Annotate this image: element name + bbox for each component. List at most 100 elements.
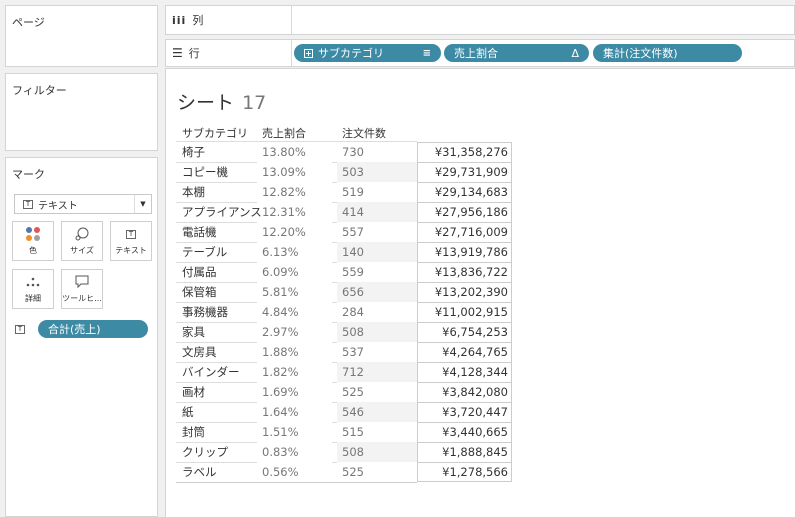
table-row: テーブル 6.13% 140 ¥13,919,786 bbox=[176, 242, 512, 263]
header-subcategory: サブカテゴリ bbox=[182, 127, 248, 140]
table-row: 紙 1.64% 546 ¥3,720,447 bbox=[176, 402, 512, 423]
table-row: 家具 2.97% 508 ¥6,754,253 bbox=[176, 322, 512, 343]
order-count-cell: 559 bbox=[342, 265, 364, 279]
tooltip-button[interactable]: ツールヒ... bbox=[61, 269, 103, 309]
subcategory-cell: テーブル bbox=[182, 245, 228, 259]
rows-icon: ☰ bbox=[172, 46, 183, 60]
sheet-title: シート 17 bbox=[177, 88, 266, 115]
table-row: 本棚 12.82% 519 ¥29,134,683 bbox=[176, 182, 512, 203]
table-row: 封筒 1.51% 515 ¥3,440,665 bbox=[176, 422, 512, 443]
table-row: 保管箱 5.81% 656 ¥13,202,390 bbox=[176, 282, 512, 303]
sales-ratio-cell: 1.64% bbox=[262, 405, 299, 419]
order-count-cell: 546 bbox=[342, 405, 364, 419]
order-count-cell: 503 bbox=[342, 165, 364, 179]
sales-ratio-cell: 0.83% bbox=[262, 445, 299, 459]
sales-cell: ¥29,134,683 bbox=[434, 185, 508, 199]
tooltip-icon bbox=[75, 275, 89, 289]
filters-panel[interactable]: フィルター bbox=[5, 73, 158, 151]
subcategory-cell: 椅子 bbox=[182, 145, 205, 159]
sales-ratio-cell: 1.51% bbox=[262, 425, 299, 439]
sales-cell: ¥13,202,390 bbox=[434, 285, 508, 299]
sales-ratio-cell: 5.81% bbox=[262, 285, 299, 299]
table-row: 付属品 6.09% 559 ¥13,836,722 bbox=[176, 262, 512, 283]
size-button[interactable]: サイズ bbox=[61, 221, 103, 261]
sales-cell: ¥27,716,009 bbox=[434, 225, 508, 239]
rows-shelf-header: ☰ 行 bbox=[172, 40, 200, 66]
subcategory-cell: アプライアンス bbox=[182, 205, 262, 219]
detail-button[interactable]: 詳細 bbox=[12, 269, 54, 309]
sales-cell: ¥6,754,253 bbox=[442, 325, 508, 339]
table-row: 電話機 12.20% 557 ¥27,716,009 bbox=[176, 222, 512, 243]
color-dots-icon bbox=[26, 227, 40, 241]
order-count-cell: 508 bbox=[342, 325, 364, 339]
subcategory-cell: クリップ bbox=[182, 445, 228, 459]
rows-shelf-divider bbox=[291, 40, 292, 66]
order-count-cell: 557 bbox=[342, 225, 364, 239]
table-top-border bbox=[176, 141, 417, 142]
order-count-cell: 712 bbox=[342, 365, 364, 379]
delta-icon: Δ bbox=[571, 46, 579, 60]
pages-panel: ページ bbox=[5, 5, 158, 67]
subcategory-cell: コピー機 bbox=[182, 165, 228, 179]
text-button[interactable]: T テキスト bbox=[110, 221, 152, 261]
sales-ratio-cell: 2.97% bbox=[262, 325, 299, 339]
sales-ratio-cell: 4.84% bbox=[262, 305, 299, 319]
order-count-cell: 519 bbox=[342, 185, 364, 199]
order-count-cell: 730 bbox=[342, 145, 364, 159]
subcategory-cell: 文房具 bbox=[182, 345, 217, 359]
mark-type-dropdown[interactable]: T テキスト ▼ bbox=[14, 194, 152, 214]
sales-ratio-cell: 12.82% bbox=[262, 185, 306, 199]
text-icon: T bbox=[126, 229, 136, 239]
order-count-pill-label: 集計(注文件数) bbox=[603, 47, 678, 60]
marks-panel: マーク T テキスト ▼ 色 サイズ T テキスト 詳細 ツールヒ... T 合… bbox=[5, 157, 158, 517]
columns-shelf[interactable]: iii 列 bbox=[165, 5, 795, 35]
sales-ratio-cell: 13.09% bbox=[262, 165, 306, 179]
sales-ratio-pill-label: 売上割合 bbox=[454, 47, 498, 60]
sales-ratio-cell: 1.88% bbox=[262, 345, 299, 359]
text-label: テキスト bbox=[115, 246, 147, 255]
columns-shelf-header: iii 列 bbox=[172, 6, 203, 34]
dropdown-arrow-icon: ▼ bbox=[134, 195, 151, 213]
sales-cell: ¥3,440,665 bbox=[442, 425, 508, 439]
text-field-pill[interactable]: 合計(売上) bbox=[38, 320, 148, 338]
subcategory-cell: バインダー bbox=[182, 365, 240, 379]
header-order-count: 注文件数 bbox=[342, 127, 386, 140]
view-area: シート 17 サブカテゴリ 売上割合 注文件数 椅子 13.80% 730 ¥31,3… bbox=[165, 68, 795, 517]
table-row: 文房具 1.88% 537 ¥4,264,765 bbox=[176, 342, 512, 363]
size-icon bbox=[75, 227, 89, 241]
text-mark-icon: T bbox=[23, 199, 33, 209]
order-count-cell: 537 bbox=[342, 345, 364, 359]
order-count-pill[interactable]: 集計(注文件数) bbox=[593, 44, 742, 62]
sales-ratio-cell: 6.09% bbox=[262, 265, 299, 279]
sales-cell: ¥31,358,276 bbox=[434, 145, 508, 159]
text-field-label: 合計(売上) bbox=[48, 323, 101, 336]
table-row: バインダー 1.82% 712 ¥4,128,344 bbox=[176, 362, 512, 383]
sales-cell: ¥11,002,915 bbox=[434, 305, 508, 319]
subcategory-pill[interactable]: サブカテゴリ ≡ bbox=[294, 44, 441, 62]
order-count-cell: 140 bbox=[342, 245, 364, 259]
subcategory-cell: 紙 bbox=[182, 405, 194, 419]
order-count-cell: 515 bbox=[342, 425, 364, 439]
sales-cell: ¥4,264,765 bbox=[442, 345, 508, 359]
subcategory-cell: ラベル bbox=[182, 465, 217, 479]
order-count-cell: 284 bbox=[342, 305, 364, 319]
rows-label: 行 bbox=[188, 47, 200, 60]
sheet-title-number: 17 bbox=[242, 92, 267, 114]
columns-shelf-divider bbox=[291, 6, 292, 34]
sort-descending-icon: ≡ bbox=[422, 47, 431, 59]
marks-title: マーク bbox=[12, 168, 45, 181]
sales-cell: ¥1,888,845 bbox=[442, 445, 508, 459]
table-row: ラベル 0.56% 525 ¥1,278,566 bbox=[176, 462, 512, 483]
sales-cell: ¥27,956,186 bbox=[434, 205, 508, 219]
table-row: コピー機 13.09% 503 ¥29,731,909 bbox=[176, 162, 512, 183]
table-row: 事務機器 4.84% 284 ¥11,002,915 bbox=[176, 302, 512, 323]
sales-cell: ¥1,278,566 bbox=[442, 465, 508, 479]
sales-ratio-cell: 12.31% bbox=[262, 205, 306, 219]
sales-cell: ¥29,731,909 bbox=[434, 165, 508, 179]
sales-ratio-pill[interactable]: 売上割合 Δ bbox=[444, 44, 589, 62]
sheet-title-main: シート bbox=[177, 92, 235, 114]
header-sales-ratio: 売上割合 bbox=[262, 127, 306, 140]
rows-shelf[interactable]: ☰ 行 サブカテゴリ ≡ 売上割合 Δ 集計(注文件数) bbox=[165, 39, 795, 67]
color-button[interactable]: 色 bbox=[12, 221, 54, 261]
detail-dots-icon bbox=[26, 277, 40, 287]
